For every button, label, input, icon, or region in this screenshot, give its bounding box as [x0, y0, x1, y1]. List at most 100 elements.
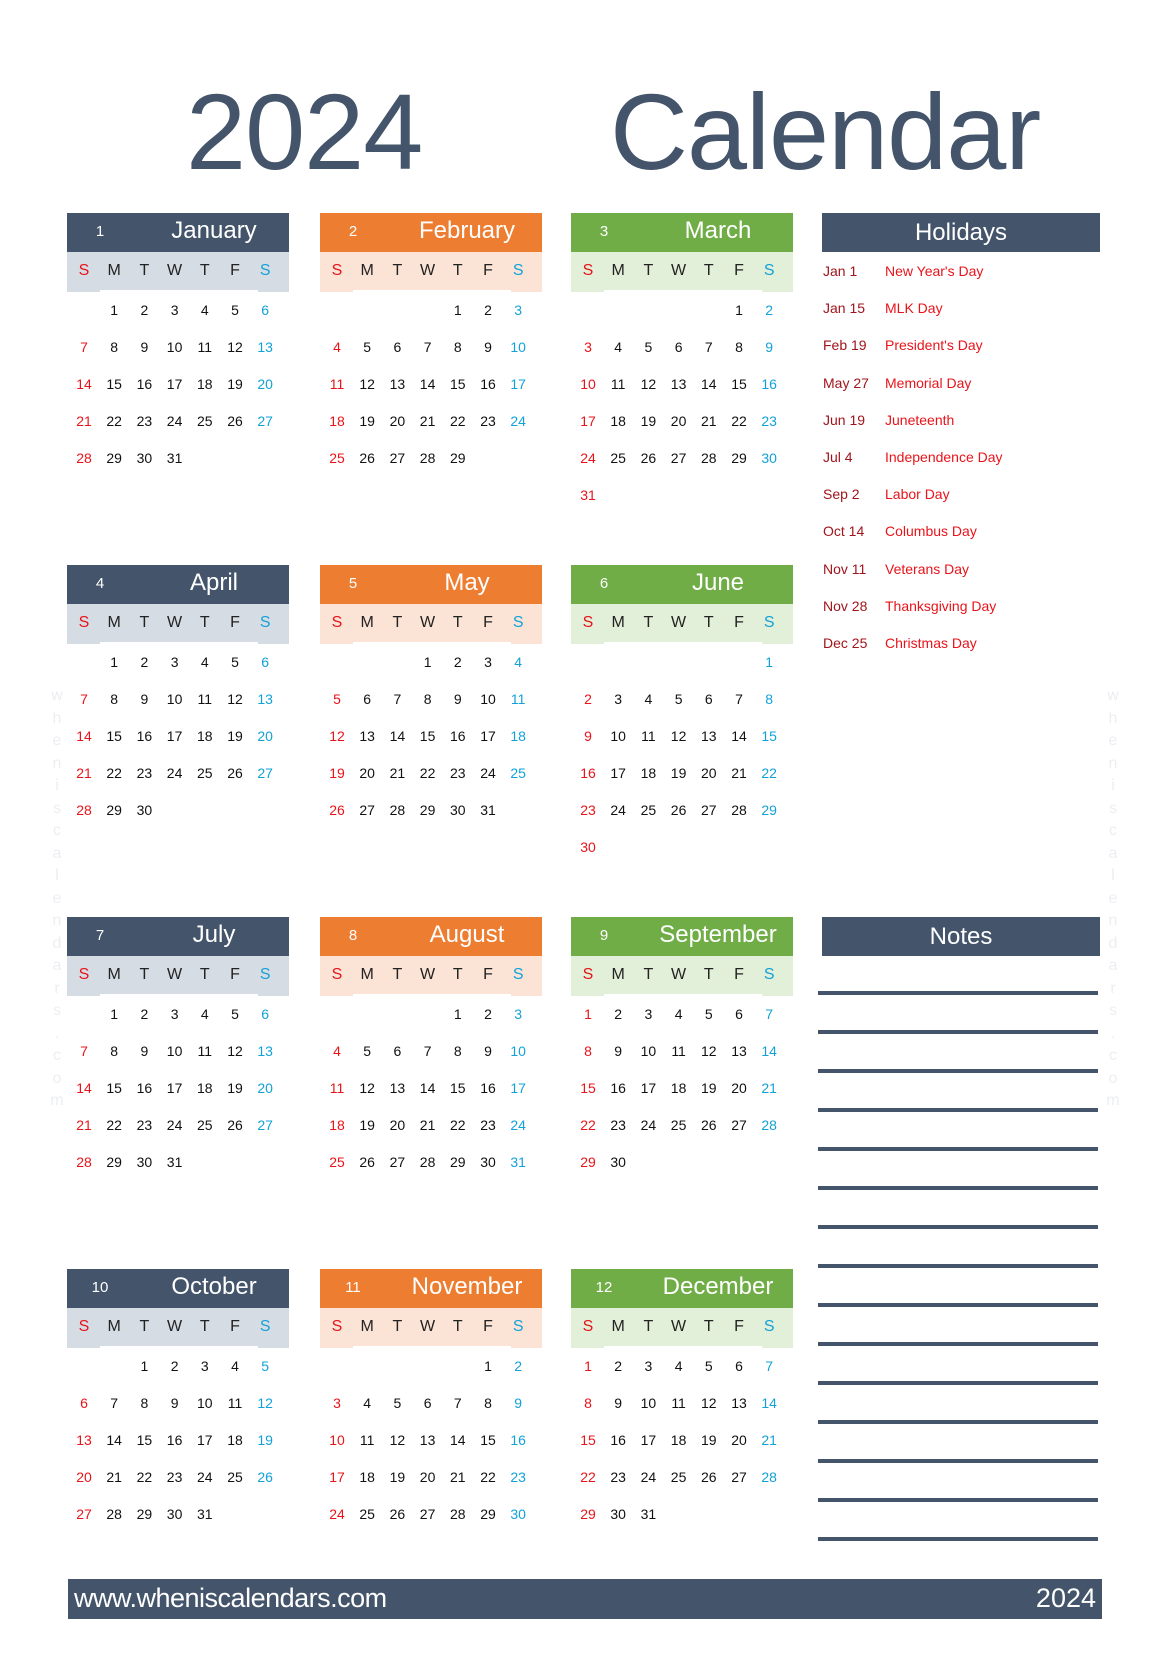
day-cell[interactable]: 26	[220, 1117, 250, 1133]
day-cell[interactable]: 31	[633, 1506, 663, 1522]
day-cell[interactable]: 28	[69, 450, 99, 466]
day-cell[interactable]: 18	[633, 765, 663, 781]
day-cell[interactable]: 27	[694, 802, 724, 818]
day-cell[interactable]: 24	[160, 413, 190, 429]
day-cell[interactable]: 19	[694, 1432, 724, 1448]
day-cell[interactable]: 30	[603, 1506, 633, 1522]
note-line[interactable]	[818, 1459, 1098, 1463]
day-cell[interactable]: 2	[603, 1006, 633, 1022]
day-cell[interactable]: 22	[754, 765, 784, 781]
day-cell[interactable]: 15	[99, 728, 129, 744]
day-cell[interactable]: 22	[129, 1469, 159, 1485]
day-cell[interactable]: 7	[443, 1395, 473, 1411]
day-cell[interactable]: 21	[443, 1469, 473, 1485]
day-cell[interactable]: 1	[573, 1006, 603, 1022]
day-cell[interactable]: 21	[69, 765, 99, 781]
day-cell[interactable]: 29	[129, 1506, 159, 1522]
day-cell[interactable]: 17	[503, 376, 533, 392]
day-cell[interactable]: 15	[473, 1432, 503, 1448]
day-cell[interactable]: 19	[352, 413, 382, 429]
day-cell[interactable]: 2	[160, 1358, 190, 1374]
day-cell[interactable]: 9	[129, 339, 159, 355]
day-cell[interactable]: 2	[603, 1358, 633, 1374]
day-cell[interactable]: 25	[190, 413, 220, 429]
day-cell[interactable]: 12	[220, 691, 250, 707]
day-cell[interactable]: 1	[443, 302, 473, 318]
day-cell[interactable]: 20	[352, 765, 382, 781]
day-cell[interactable]: 4	[503, 654, 533, 670]
day-cell[interactable]: 10	[160, 339, 190, 355]
day-cell[interactable]: 2	[473, 302, 503, 318]
day-cell[interactable]: 2	[573, 691, 603, 707]
day-cell[interactable]: 22	[413, 765, 443, 781]
day-cell[interactable]: 19	[382, 1469, 412, 1485]
day-cell[interactable]: 6	[413, 1395, 443, 1411]
day-cell[interactable]: 23	[573, 802, 603, 818]
day-cell[interactable]: 27	[69, 1506, 99, 1522]
day-cell[interactable]: 1	[99, 302, 129, 318]
note-line[interactable]	[818, 1186, 1098, 1190]
day-cell[interactable]: 18	[322, 1117, 352, 1133]
day-cell[interactable]: 26	[322, 802, 352, 818]
day-cell[interactable]: 23	[603, 1469, 633, 1485]
day-cell[interactable]: 9	[573, 728, 603, 744]
note-line[interactable]	[818, 1537, 1098, 1541]
day-cell[interactable]: 11	[190, 1043, 220, 1059]
day-cell[interactable]: 29	[99, 1154, 129, 1170]
day-cell[interactable]: 5	[220, 654, 250, 670]
day-cell[interactable]: 20	[69, 1469, 99, 1485]
day-cell[interactable]: 26	[220, 413, 250, 429]
day-cell[interactable]: 6	[250, 654, 280, 670]
day-cell[interactable]: 12	[633, 376, 663, 392]
day-cell[interactable]: 22	[724, 413, 754, 429]
day-cell[interactable]: 14	[99, 1432, 129, 1448]
day-cell[interactable]: 26	[633, 450, 663, 466]
day-cell[interactable]: 14	[413, 1080, 443, 1096]
day-cell[interactable]: 1	[724, 302, 754, 318]
day-cell[interactable]: 24	[633, 1117, 663, 1133]
day-cell[interactable]: 8	[724, 339, 754, 355]
day-cell[interactable]: 29	[724, 450, 754, 466]
day-cell[interactable]: 23	[129, 413, 159, 429]
day-cell[interactable]: 11	[633, 728, 663, 744]
day-cell[interactable]: 29	[573, 1154, 603, 1170]
day-cell[interactable]: 6	[250, 302, 280, 318]
day-cell[interactable]: 22	[573, 1469, 603, 1485]
day-cell[interactable]: 17	[573, 413, 603, 429]
day-cell[interactable]: 18	[503, 728, 533, 744]
day-cell[interactable]: 5	[322, 691, 352, 707]
day-cell[interactable]: 19	[664, 765, 694, 781]
day-cell[interactable]: 26	[694, 1117, 724, 1133]
day-cell[interactable]: 13	[413, 1432, 443, 1448]
day-cell[interactable]: 31	[573, 487, 603, 503]
day-cell[interactable]: 25	[603, 450, 633, 466]
day-cell[interactable]: 30	[573, 839, 603, 855]
day-cell[interactable]: 9	[754, 339, 784, 355]
day-cell[interactable]: 24	[503, 413, 533, 429]
day-cell[interactable]: 23	[473, 1117, 503, 1133]
day-cell[interactable]: 19	[220, 728, 250, 744]
day-cell[interactable]: 12	[352, 376, 382, 392]
day-cell[interactable]: 21	[413, 1117, 443, 1133]
day-cell[interactable]: 18	[220, 1432, 250, 1448]
day-cell[interactable]: 22	[99, 413, 129, 429]
day-cell[interactable]: 2	[503, 1358, 533, 1374]
day-cell[interactable]: 1	[754, 654, 784, 670]
day-cell[interactable]: 10	[503, 1043, 533, 1059]
day-cell[interactable]: 23	[129, 1117, 159, 1133]
day-cell[interactable]: 15	[99, 1080, 129, 1096]
day-cell[interactable]: 27	[413, 1506, 443, 1522]
day-cell[interactable]: 9	[160, 1395, 190, 1411]
day-cell[interactable]: 21	[413, 413, 443, 429]
day-cell[interactable]: 24	[190, 1469, 220, 1485]
day-cell[interactable]: 21	[724, 765, 754, 781]
day-cell[interactable]: 11	[603, 376, 633, 392]
day-cell[interactable]: 20	[382, 413, 412, 429]
day-cell[interactable]: 3	[160, 1006, 190, 1022]
day-cell[interactable]: 17	[633, 1080, 663, 1096]
day-cell[interactable]: 30	[754, 450, 784, 466]
day-cell[interactable]: 5	[352, 339, 382, 355]
day-cell[interactable]: 20	[413, 1469, 443, 1485]
day-cell[interactable]: 13	[382, 376, 412, 392]
day-cell[interactable]: 21	[382, 765, 412, 781]
